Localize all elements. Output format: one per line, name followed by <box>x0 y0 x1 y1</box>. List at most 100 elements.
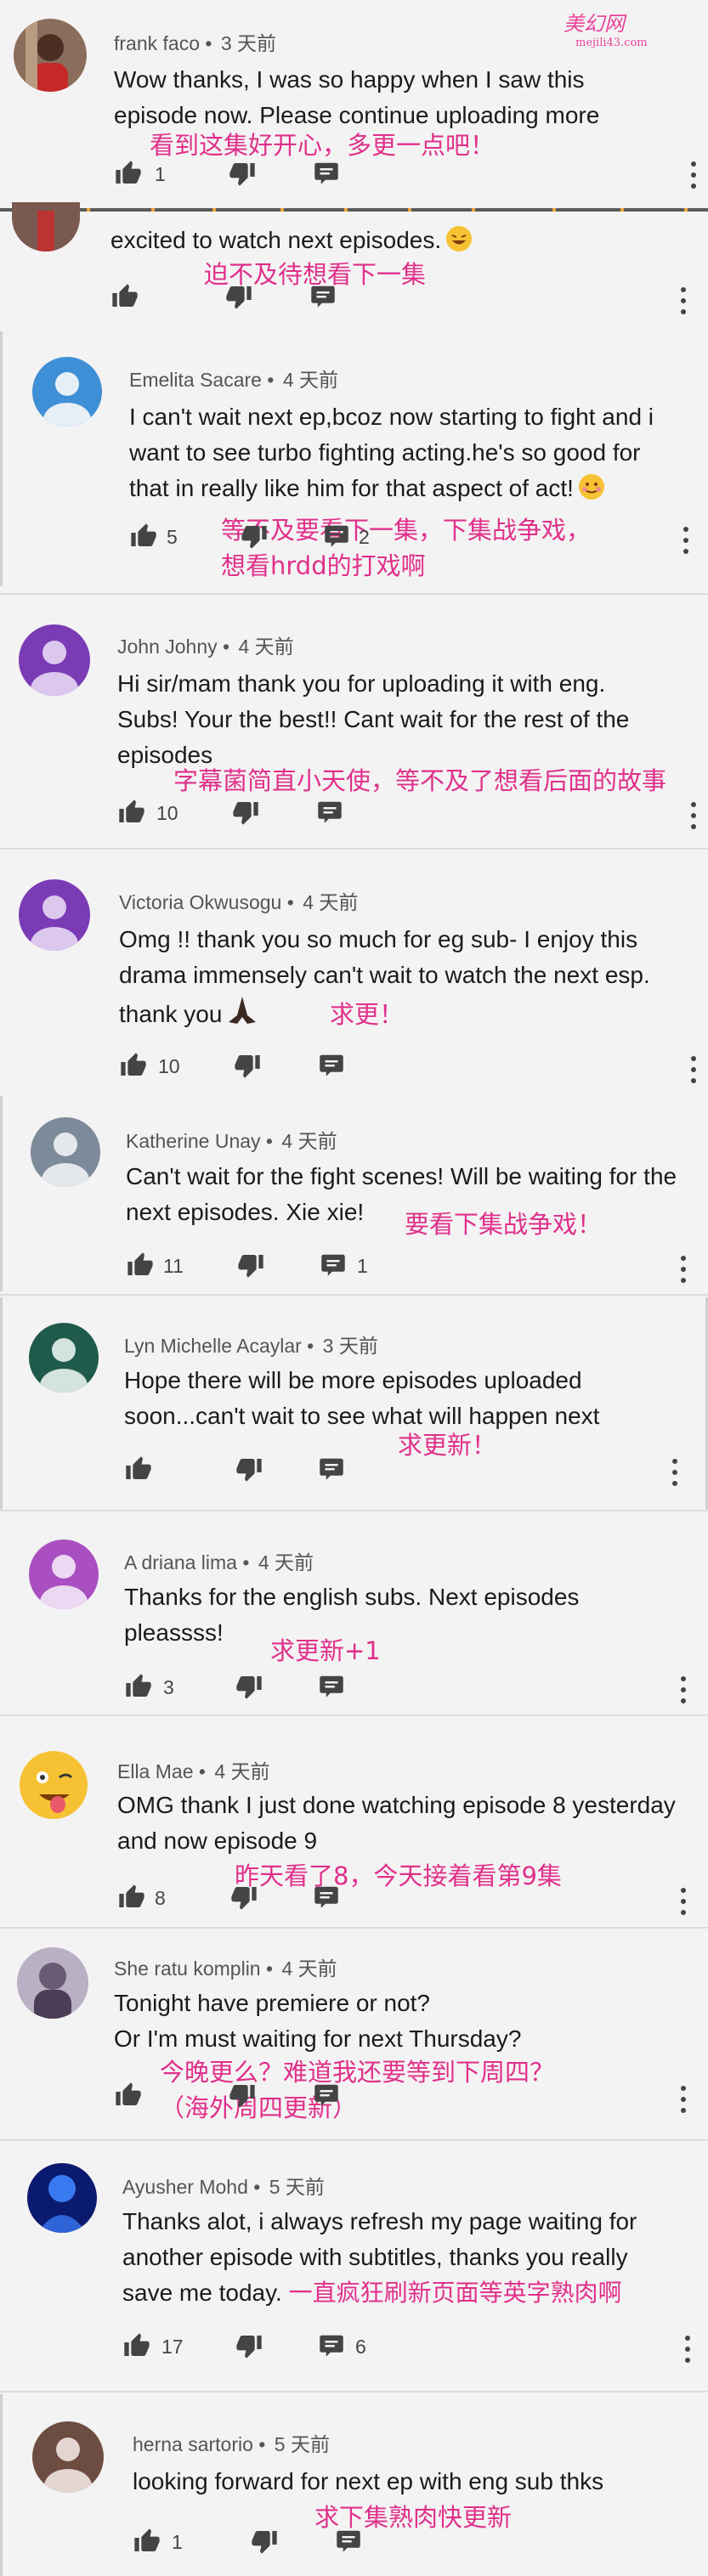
avatar[interactable] <box>17 1748 90 1822</box>
comment-icon[interactable] <box>313 2082 340 2111</box>
divider <box>0 1510 708 1511</box>
more-vert-icon[interactable] <box>680 2086 687 2115</box>
reply-count: 1 <box>357 1255 368 1277</box>
timestamp: 3 天前 <box>322 1335 378 1357</box>
thumbs-up-icon[interactable] <box>129 523 158 554</box>
comment-text: Hope there will be more episodes uploade… <box>124 1367 600 1429</box>
author-name[interactable]: frank faco <box>114 32 200 54</box>
avatar[interactable] <box>19 624 90 696</box>
timestamp: 5 天前 <box>274 2433 330 2455</box>
watermark-site: mejili43.com <box>575 37 648 49</box>
comment-text: Tonight have premiere or not? Or I'm mus… <box>114 1990 522 2052</box>
comment-icon[interactable] <box>323 523 350 552</box>
thumbs-down-icon[interactable] <box>224 283 253 314</box>
comment-icon[interactable] <box>309 283 337 313</box>
comment-icon[interactable] <box>318 1455 345 1485</box>
comment-text: Hi sir/mam thank you for uploading it wi… <box>117 670 630 768</box>
thumbs-up-icon[interactable] <box>124 1455 153 1487</box>
like-count: 8 <box>155 1887 166 1909</box>
avatar[interactable] <box>17 1947 88 2019</box>
like-count: 5 <box>167 526 178 548</box>
comment-text: OMG thank I just done watching episode 8… <box>117 1792 676 1854</box>
thumbs-up-icon[interactable] <box>133 2528 161 2559</box>
comment-icon[interactable] <box>313 1884 340 1913</box>
thumbs-up-icon[interactable] <box>110 283 139 314</box>
more-vert-icon[interactable] <box>690 802 697 831</box>
avatar[interactable] <box>32 2421 104 2493</box>
author-name[interactable]: Emelita Sacare <box>129 369 262 391</box>
like-count: 10 <box>158 1055 180 1077</box>
thumbs-down-icon[interactable] <box>228 160 257 191</box>
annotation: 求更新+1 <box>270 1636 381 1665</box>
reply-count: 2 <box>359 526 370 548</box>
avatar[interactable] <box>32 357 102 427</box>
comment-icon[interactable] <box>318 2332 345 2362</box>
thumbs-up-icon[interactable] <box>114 2082 143 2113</box>
more-vert-icon[interactable] <box>690 1056 697 1085</box>
thumbs-down-icon[interactable] <box>235 2332 263 2364</box>
comment-icon[interactable] <box>320 1251 347 1281</box>
author-name[interactable]: Ayusher Mohd <box>122 2176 248 2198</box>
thumbs-down-icon[interactable] <box>250 2528 279 2559</box>
divider <box>0 2391 708 2392</box>
more-vert-icon[interactable] <box>680 1256 687 1285</box>
author-name[interactable]: John Johny <box>117 636 218 658</box>
thumbs-up-icon[interactable] <box>126 1251 155 1283</box>
author-name[interactable]: She ratu komplin <box>114 1957 261 1980</box>
thumbs-down-icon[interactable] <box>231 799 260 830</box>
more-vert-icon[interactable] <box>680 287 687 316</box>
author-name[interactable]: Victoria Okwusogu <box>119 891 281 913</box>
avatar[interactable] <box>29 1323 99 1393</box>
annotation: 一直疯狂刷新页面等英字熟肉啊 <box>288 2279 622 2307</box>
comment-header: A driana lima • 4 天前 <box>124 1551 314 1573</box>
more-vert-icon[interactable] <box>690 161 697 190</box>
avatar[interactable] <box>19 879 90 951</box>
thumbs-down-icon[interactable] <box>235 1673 263 1704</box>
avatar[interactable] <box>12 202 80 251</box>
thumbs-up-icon[interactable] <box>122 2332 151 2364</box>
thumbs-down-icon[interactable] <box>236 1251 265 1283</box>
divider <box>0 1294 708 1296</box>
author-name[interactable]: A driana lima <box>124 1551 237 1573</box>
more-vert-icon[interactable] <box>680 1676 687 1705</box>
annotation: 求更！ <box>330 1000 405 1029</box>
comment-icon[interactable] <box>316 799 343 828</box>
more-vert-icon[interactable] <box>683 527 689 556</box>
thumbs-down-icon[interactable] <box>235 1455 263 1487</box>
author-name[interactable]: Lyn Michelle Acaylar <box>124 1335 302 1357</box>
reply-thread-line <box>0 1096 3 1291</box>
thumbs-up-icon[interactable] <box>117 799 146 830</box>
author-name[interactable]: herna sartorio <box>133 2433 253 2455</box>
thumbs-up-icon[interactable] <box>124 1673 153 1704</box>
author-name[interactable]: Katherine Unay <box>126 1130 261 1152</box>
comment-header: Lyn Michelle Acaylar • 3 天前 <box>124 1335 378 1357</box>
thumbs-down-icon[interactable] <box>228 2082 257 2113</box>
thumbs-up-icon[interactable] <box>117 1884 146 1915</box>
thumbs-down-icon[interactable] <box>233 1052 262 1083</box>
avatar[interactable] <box>29 1539 99 1609</box>
more-vert-icon[interactable] <box>684 2336 691 2364</box>
comment-header: She ratu komplin • 4 天前 <box>114 1957 337 1980</box>
avatar[interactable] <box>14 19 87 92</box>
annotation: 今晚更么？难道我还要等到下周四？ （海外周四更新） <box>160 2058 555 2122</box>
author-name[interactable]: Ella Mae <box>117 1760 193 1782</box>
thumbs-up-icon[interactable] <box>114 160 143 191</box>
avatar[interactable] <box>27 2163 97 2233</box>
timestamp: 5 天前 <box>269 2176 325 2198</box>
thumbs-up-icon[interactable] <box>119 1052 148 1083</box>
more-vert-icon[interactable] <box>671 1459 678 1488</box>
avatar[interactable] <box>31 1117 100 1187</box>
like-count: 3 <box>163 1676 174 1698</box>
comment-icon[interactable] <box>335 2528 362 2557</box>
divider <box>0 1715 708 1716</box>
like-count: 1 <box>155 163 166 185</box>
comment-icon[interactable] <box>313 160 340 189</box>
annotation: 字幕菌简直小天使，等不及了想看后面的故事 <box>173 766 667 795</box>
thumbs-down-icon[interactable] <box>240 523 269 554</box>
reply-thread-line <box>0 2394 3 2576</box>
timestamp: 4 天前 <box>238 636 294 658</box>
thumbs-down-icon[interactable] <box>229 1884 258 1915</box>
comment-icon[interactable] <box>318 1673 345 1703</box>
comment-icon[interactable] <box>318 1052 345 1082</box>
more-vert-icon[interactable] <box>680 1888 687 1917</box>
